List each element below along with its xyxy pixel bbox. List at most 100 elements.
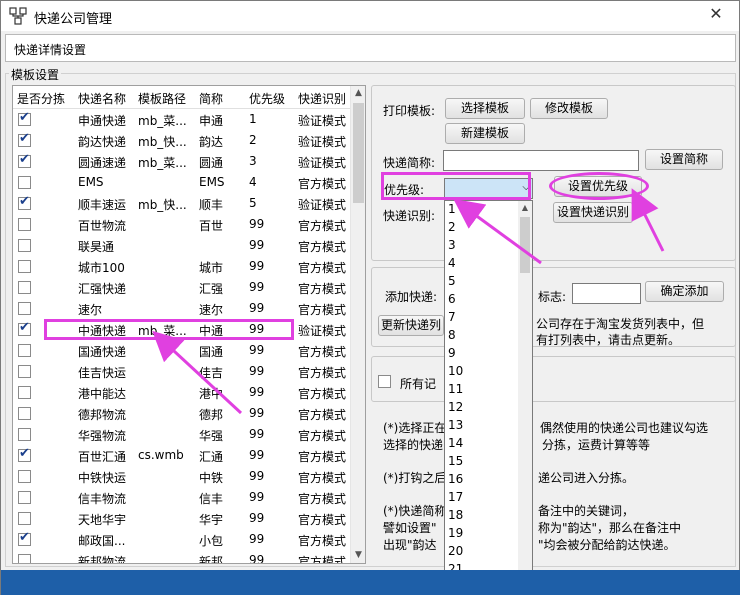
scroll-thumb[interactable] — [353, 103, 364, 203]
dropdown-option[interactable]: 19 — [448, 526, 463, 540]
table-row[interactable]: 速尔 速尔 99 官方模式 — [13, 298, 353, 319]
table-row[interactable]: 百世物流 百世 99 官方模式 — [13, 214, 353, 235]
dropdown-option[interactable]: 14 — [448, 436, 463, 450]
dropdown-scrollbar[interactable]: ▲ — [518, 201, 532, 595]
sort-checkbox[interactable] — [18, 344, 31, 357]
table-scrollbar[interactable]: ▲ ▼ — [350, 86, 365, 563]
sort-checkbox[interactable] — [18, 302, 31, 315]
new-template-button[interactable]: 新建模板 — [445, 123, 525, 144]
table-row[interactable]: 华强物流 华强 99 官方模式 — [13, 424, 353, 445]
sort-checkbox[interactable] — [18, 260, 31, 273]
sort-checkbox[interactable] — [18, 281, 31, 294]
dropdown-option[interactable]: 3 — [448, 238, 456, 252]
sort-checkbox[interactable] — [18, 131, 31, 147]
dropdown-option[interactable]: 6 — [448, 292, 456, 306]
cell-name: 新邦物流 — [78, 555, 127, 564]
header-name[interactable]: 快递名称 — [78, 90, 126, 107]
table-row[interactable]: 中铁快运 中铁 99 官方模式 — [13, 466, 353, 487]
table-row[interactable]: 德邦物流 德邦 99 官方模式 — [13, 403, 353, 424]
sort-checkbox[interactable] — [18, 530, 31, 546]
scroll-thumb[interactable] — [520, 217, 530, 273]
sort-checkbox[interactable] — [18, 176, 31, 189]
table-row[interactable]: EMS EMS 4 官方模式 — [13, 172, 353, 193]
sort-checkbox[interactable] — [18, 320, 31, 336]
sort-checkbox[interactable] — [18, 239, 31, 252]
confirm-add-button[interactable]: 确定添加 — [645, 281, 724, 302]
select-template-button[interactable]: 选择模板 — [445, 98, 525, 119]
modify-template-button[interactable]: 修改模板 — [530, 98, 608, 119]
table-row[interactable]: 圆通速递 mb_菜... 圆通 3 验证模式 — [13, 151, 353, 172]
detail-settings-tab[interactable]: 快递详情设置 — [5, 34, 736, 62]
dropdown-option[interactable]: 2 — [448, 220, 456, 234]
cell-short: 汇强 — [199, 282, 224, 296]
table-row[interactable]: 韵达快递 mb_快... 韵达 2 验证模式 — [13, 130, 353, 151]
table-row[interactable]: 申通快递 mb_菜... 申通 1 验证模式 — [13, 109, 353, 130]
cell-name: 联昊通 — [78, 240, 115, 254]
dropdown-option[interactable]: 8 — [448, 328, 456, 342]
dropdown-option[interactable]: 15 — [448, 454, 463, 468]
table-row[interactable]: 天地华宇 华宇 99 官方模式 — [13, 508, 353, 529]
dropdown-option[interactable]: 20 — [448, 544, 463, 558]
dropdown-option[interactable]: 18 — [448, 508, 463, 522]
table-row[interactable]: 信丰物流 信丰 99 官方模式 — [13, 487, 353, 508]
table-row[interactable]: 汇强快递 汇强 99 官方模式 — [13, 277, 353, 298]
sort-checkbox[interactable] — [18, 194, 31, 210]
dropdown-option[interactable]: 5 — [448, 274, 456, 288]
sort-checkbox[interactable] — [18, 152, 31, 168]
dropdown-option[interactable]: 7 — [448, 310, 456, 324]
short-name-input[interactable] — [443, 150, 639, 171]
set-identify-button[interactable]: 设置快递识别 — [553, 202, 633, 223]
set-short-name-button[interactable]: 设置简称 — [645, 149, 723, 170]
scroll-down-icon[interactable]: ▼ — [351, 548, 365, 563]
scroll-up-icon[interactable]: ▲ — [351, 86, 365, 101]
dropdown-option[interactable]: 11 — [448, 382, 463, 396]
sort-checkbox[interactable] — [18, 470, 31, 483]
cell-name: 德邦物流 — [78, 408, 127, 422]
table-row[interactable]: 顺丰速运 mb_快... 顺丰 5 验证模式 — [13, 193, 353, 214]
table-row[interactable]: 邮政国... 小包 99 官方模式 — [13, 529, 353, 550]
cell-path: mb_菜... — [138, 156, 187, 170]
sort-checkbox[interactable] — [18, 365, 31, 378]
header-short[interactable]: 简称 — [199, 90, 223, 107]
update-courier-list-button[interactable]: 更新快递列 — [378, 315, 444, 336]
cell-name: 申通快递 — [78, 114, 127, 128]
table-row[interactable]: 联昊通 99 官方模式 — [13, 235, 353, 256]
header-path[interactable]: 模板路径 — [138, 90, 186, 107]
sort-checkbox[interactable] — [18, 491, 31, 504]
sort-checkbox[interactable] — [18, 428, 31, 441]
table-row[interactable]: 佳吉快运 佳吉 99 官方模式 — [13, 361, 353, 382]
header-priority[interactable]: 优先级 — [249, 90, 285, 107]
dropdown-option[interactable]: 4 — [448, 256, 456, 270]
sort-checkbox[interactable] — [18, 512, 31, 525]
all-records-checkbox[interactable] — [378, 375, 391, 388]
sort-checkbox[interactable] — [18, 446, 31, 462]
dropdown-option[interactable]: 1 — [448, 202, 456, 216]
priority-dropdown-list[interactable]: 12345678910111213141516171819202122 ▲ — [444, 200, 533, 595]
header-sort[interactable]: 是否分拣 — [17, 90, 65, 107]
dropdown-option[interactable]: 12 — [448, 400, 463, 414]
cell-priority: 99 — [249, 385, 265, 399]
cell-name: 百世汇通 — [78, 450, 127, 464]
table-row[interactable]: 国通快递 国通 99 官方模式 — [13, 340, 353, 361]
cell-short: 华强 — [199, 429, 224, 443]
note-6a: 出现"韵达 — [383, 538, 437, 552]
dropdown-option[interactable]: 17 — [448, 490, 463, 504]
sort-checkbox[interactable] — [18, 554, 31, 563]
table-row[interactable]: 百世汇通 cs.wmb 汇通 99 官方模式 — [13, 445, 353, 466]
header-mode[interactable]: 快递识别 — [298, 90, 346, 107]
dropdown-option[interactable]: 10 — [448, 364, 463, 378]
dropdown-option[interactable]: 9 — [448, 346, 456, 360]
close-icon[interactable]: ✕ — [701, 3, 731, 25]
sort-checkbox[interactable] — [18, 110, 31, 126]
cell-priority: 99 — [249, 532, 265, 546]
scroll-up-icon[interactable]: ▲ — [518, 201, 532, 215]
flag-input[interactable] — [572, 283, 641, 304]
table-row[interactable]: 城市100 城市 99 官方模式 — [13, 256, 353, 277]
table-row[interactable]: 港中能达 港中 99 官方模式 — [13, 382, 353, 403]
sort-checkbox[interactable] — [18, 386, 31, 399]
sort-checkbox[interactable] — [18, 218, 31, 231]
table-row[interactable]: 新邦物流 新邦 99 官方模式 — [13, 550, 353, 564]
sort-checkbox[interactable] — [18, 407, 31, 420]
dropdown-option[interactable]: 13 — [448, 418, 463, 432]
dropdown-option[interactable]: 16 — [448, 472, 463, 486]
